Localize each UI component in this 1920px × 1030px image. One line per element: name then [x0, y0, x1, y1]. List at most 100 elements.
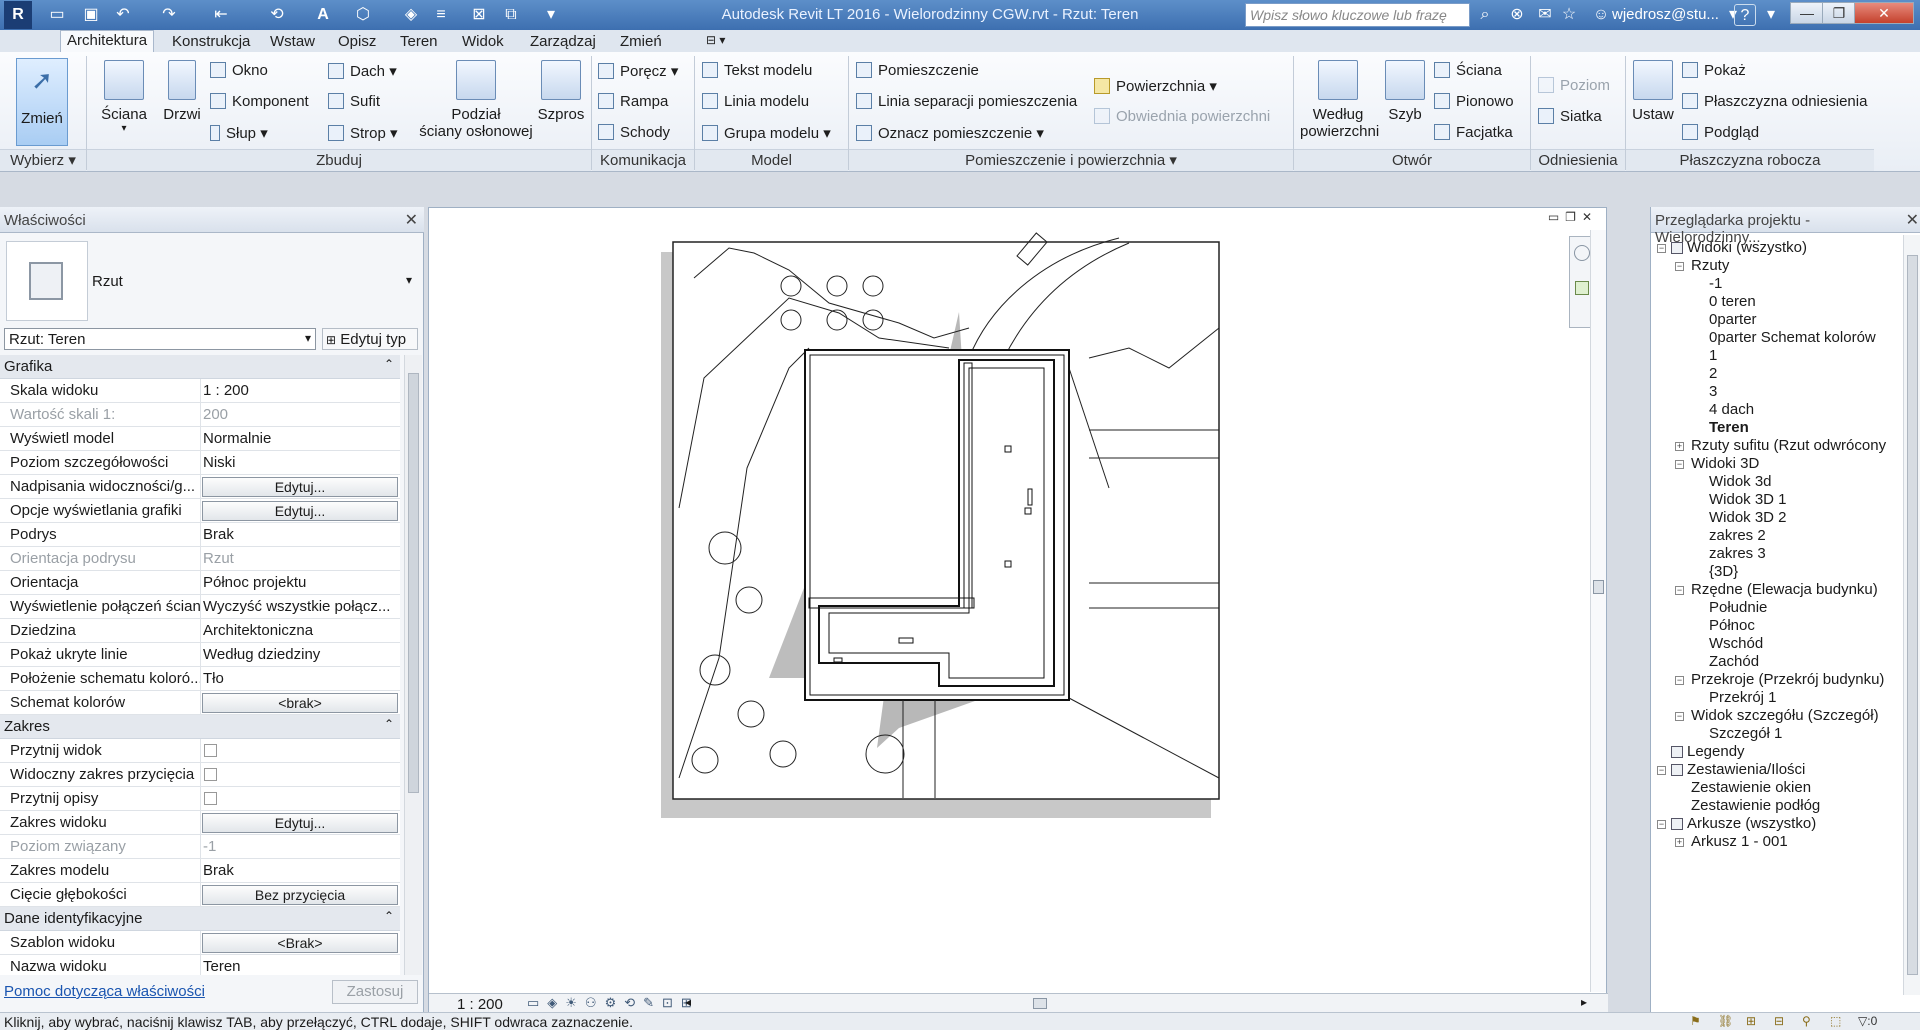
browser-node[interactable]: Teren [1709, 419, 1749, 436]
browser-node[interactable]: Widok 3d [1709, 473, 1772, 490]
browser-node[interactable]: Zestawienie okien [1691, 779, 1811, 796]
mullion-button[interactable]: Szpros [536, 60, 586, 123]
browser-node[interactable]: zakres 2 [1709, 527, 1766, 544]
drawing-canvas[interactable]: ▭❐✕ 1: 200 ▭◈☀⚇⚙⟲✎⊡⊞ ◂ ▸ [428, 207, 1608, 1013]
zoom-icon[interactable] [1575, 281, 1589, 295]
browser-node[interactable]: Północ [1709, 617, 1755, 634]
type-dropdown-icon[interactable]: ▾ [406, 273, 412, 287]
room-separator-button[interactable]: Linia separacji pomieszczenia [856, 93, 1077, 110]
tag-room-button[interactable]: Oznacz pomieszczenie ▾ [856, 124, 1044, 142]
tab-architektura[interactable]: Architektura [60, 30, 155, 52]
shaft-button[interactable]: Szyb [1382, 60, 1428, 123]
collapse-node-icon[interactable]: − [1675, 586, 1684, 595]
view-scale[interactable]: 1 : 200 [457, 996, 503, 1013]
property-value[interactable]: Brak [203, 526, 398, 543]
filter-icon[interactable]: ▽:0 [1858, 1014, 1898, 1029]
browser-node[interactable]: Widoki (wszystko) [1687, 239, 1807, 256]
property-checkbox[interactable] [204, 744, 217, 757]
section-extents[interactable]: Zakres ⌃ [0, 715, 400, 739]
section-graphics[interactable]: Grafika ⌃ [0, 355, 400, 379]
collapse-node-icon[interactable]: − [1675, 712, 1684, 721]
browser-scrollbar[interactable] [1903, 235, 1920, 995]
browser-node[interactable]: 0parter [1709, 311, 1757, 328]
favorites-star-icon[interactable]: ☆ [1558, 4, 1580, 26]
property-edit-button[interactable]: <brak> [202, 693, 398, 713]
browser-node[interactable]: Widok szczegółu (Szczegół) [1691, 707, 1879, 724]
property-value[interactable]: Architektoniczna [203, 622, 398, 639]
edit-type-button[interactable]: ⊞ Edytuj typ [322, 328, 418, 350]
browser-node[interactable]: 2 [1709, 365, 1717, 382]
wall-opening-button[interactable]: Ściana [1434, 62, 1502, 79]
close-icon[interactable]: ✕ [1854, 2, 1914, 24]
browser-node[interactable]: 1 [1709, 347, 1717, 364]
communication-icon[interactable]: ✉ [1534, 4, 1556, 26]
tab-widok[interactable]: Widok [456, 32, 510, 51]
select-underlay-icon[interactable]: ⊟ [1774, 1014, 1792, 1029]
property-edit-button[interactable]: Bez przycięcia [202, 885, 398, 905]
browser-scroll-thumb[interactable] [1907, 255, 1918, 975]
ref-plane-button[interactable]: Płaszczyzna odniesienia [1682, 93, 1867, 110]
browser-node[interactable]: Widok 3D 2 [1709, 509, 1787, 526]
roof-button[interactable]: Dach ▾ [328, 62, 397, 80]
vertical-scrollbar[interactable] [1590, 230, 1606, 992]
column-button[interactable]: Słup ▾ [210, 124, 268, 142]
browser-node[interactable]: Południe [1709, 599, 1767, 616]
room-button[interactable]: Pomieszczenie [856, 62, 979, 79]
collapse-icon[interactable]: ⌃ [384, 909, 394, 923]
tab-teren[interactable]: Teren [394, 32, 444, 51]
search-icon[interactable]: ⌕ [1474, 4, 1496, 26]
dimension-icon[interactable]: ⟲ [266, 4, 288, 26]
binoculars-icon[interactable]: ⊗ [1506, 4, 1528, 26]
tab-zarzadzaj[interactable]: Zarządzaj [524, 32, 602, 51]
save-icon[interactable]: ▣ [80, 4, 102, 26]
property-value[interactable]: Normalnie [203, 430, 398, 447]
collapse-node-icon[interactable]: − [1657, 820, 1666, 829]
collapse-node-icon[interactable]: − [1675, 262, 1684, 271]
collapse-node-icon[interactable]: − [1657, 766, 1666, 775]
collapse-node-icon[interactable]: − [1675, 676, 1684, 685]
browser-node[interactable]: Zestawienia/Ilości [1687, 761, 1805, 778]
window-button[interactable]: Okno [210, 62, 268, 79]
railing-button[interactable]: Poręcz ▾ [598, 62, 678, 80]
wall-button[interactable]: Ściana ▾ [96, 60, 152, 134]
property-value[interactable]: Teren [203, 958, 398, 975]
tab-opisz[interactable]: Opisz [332, 32, 382, 51]
door-button[interactable]: Drzwi [160, 60, 204, 123]
select-by-face-icon[interactable]: ⬚ [1830, 1014, 1848, 1029]
browser-node[interactable]: Widoki 3D [1691, 455, 1759, 472]
open-icon[interactable]: ▭ [46, 4, 68, 26]
property-edit-button[interactable]: <Brak> [202, 933, 398, 953]
select-pinned-icon[interactable]: ⚲ [1802, 1014, 1820, 1029]
modify-button[interactable]: ➚ Zmień [16, 58, 68, 146]
help-dropdown-icon[interactable]: ▾ [1760, 4, 1782, 26]
dormer-button[interactable]: Facjatka [1434, 124, 1513, 141]
property-value[interactable]: Brak [203, 862, 398, 879]
text-icon[interactable]: A [312, 4, 334, 26]
ramp-button[interactable]: Rampa [598, 93, 668, 110]
browser-node[interactable]: Zachód [1709, 653, 1759, 670]
horizontal-scroll-thumb[interactable] [1033, 998, 1047, 1009]
close-properties-icon[interactable]: ✕ [405, 210, 418, 230]
collapse-node-icon[interactable]: − [1657, 244, 1666, 253]
property-value[interactable]: Tło [203, 670, 398, 687]
properties-scrollbar[interactable] [404, 355, 422, 975]
property-value[interactable]: Północ projektu [203, 574, 398, 591]
close-browser-icon[interactable]: ✕ [1906, 210, 1919, 230]
tab-konstrukcja[interactable]: Konstrukcja [166, 32, 256, 51]
browser-node[interactable]: Legendy [1687, 743, 1745, 760]
by-face-button[interactable]: Według powierzchni [1300, 60, 1379, 140]
user-icon[interactable]: ☺ [1590, 4, 1612, 26]
thin-lines-icon[interactable]: ≡ [430, 4, 452, 26]
section-identity[interactable]: Dane identyfikacyjne ⌃ [0, 907, 400, 931]
browser-node[interactable]: 4 dach [1709, 401, 1754, 418]
collapse-icon[interactable]: ⌃ [384, 357, 394, 371]
expand-node-icon[interactable]: + [1675, 442, 1684, 451]
customize-qat-icon[interactable]: ▾ [540, 4, 562, 26]
property-value[interactable]: Wyczyść wszystkie połącz... [203, 598, 398, 615]
collapse-node-icon[interactable]: − [1675, 460, 1684, 469]
switch-windows-icon[interactable]: ⧉ [500, 4, 522, 26]
browser-node[interactable]: {3D} [1709, 563, 1738, 580]
component-button[interactable]: Komponent [210, 93, 309, 110]
panel-toggle-icon[interactable]: ⊟ ▾ [700, 32, 731, 48]
browser-node[interactable]: 0parter Schemat kolorów [1709, 329, 1876, 346]
